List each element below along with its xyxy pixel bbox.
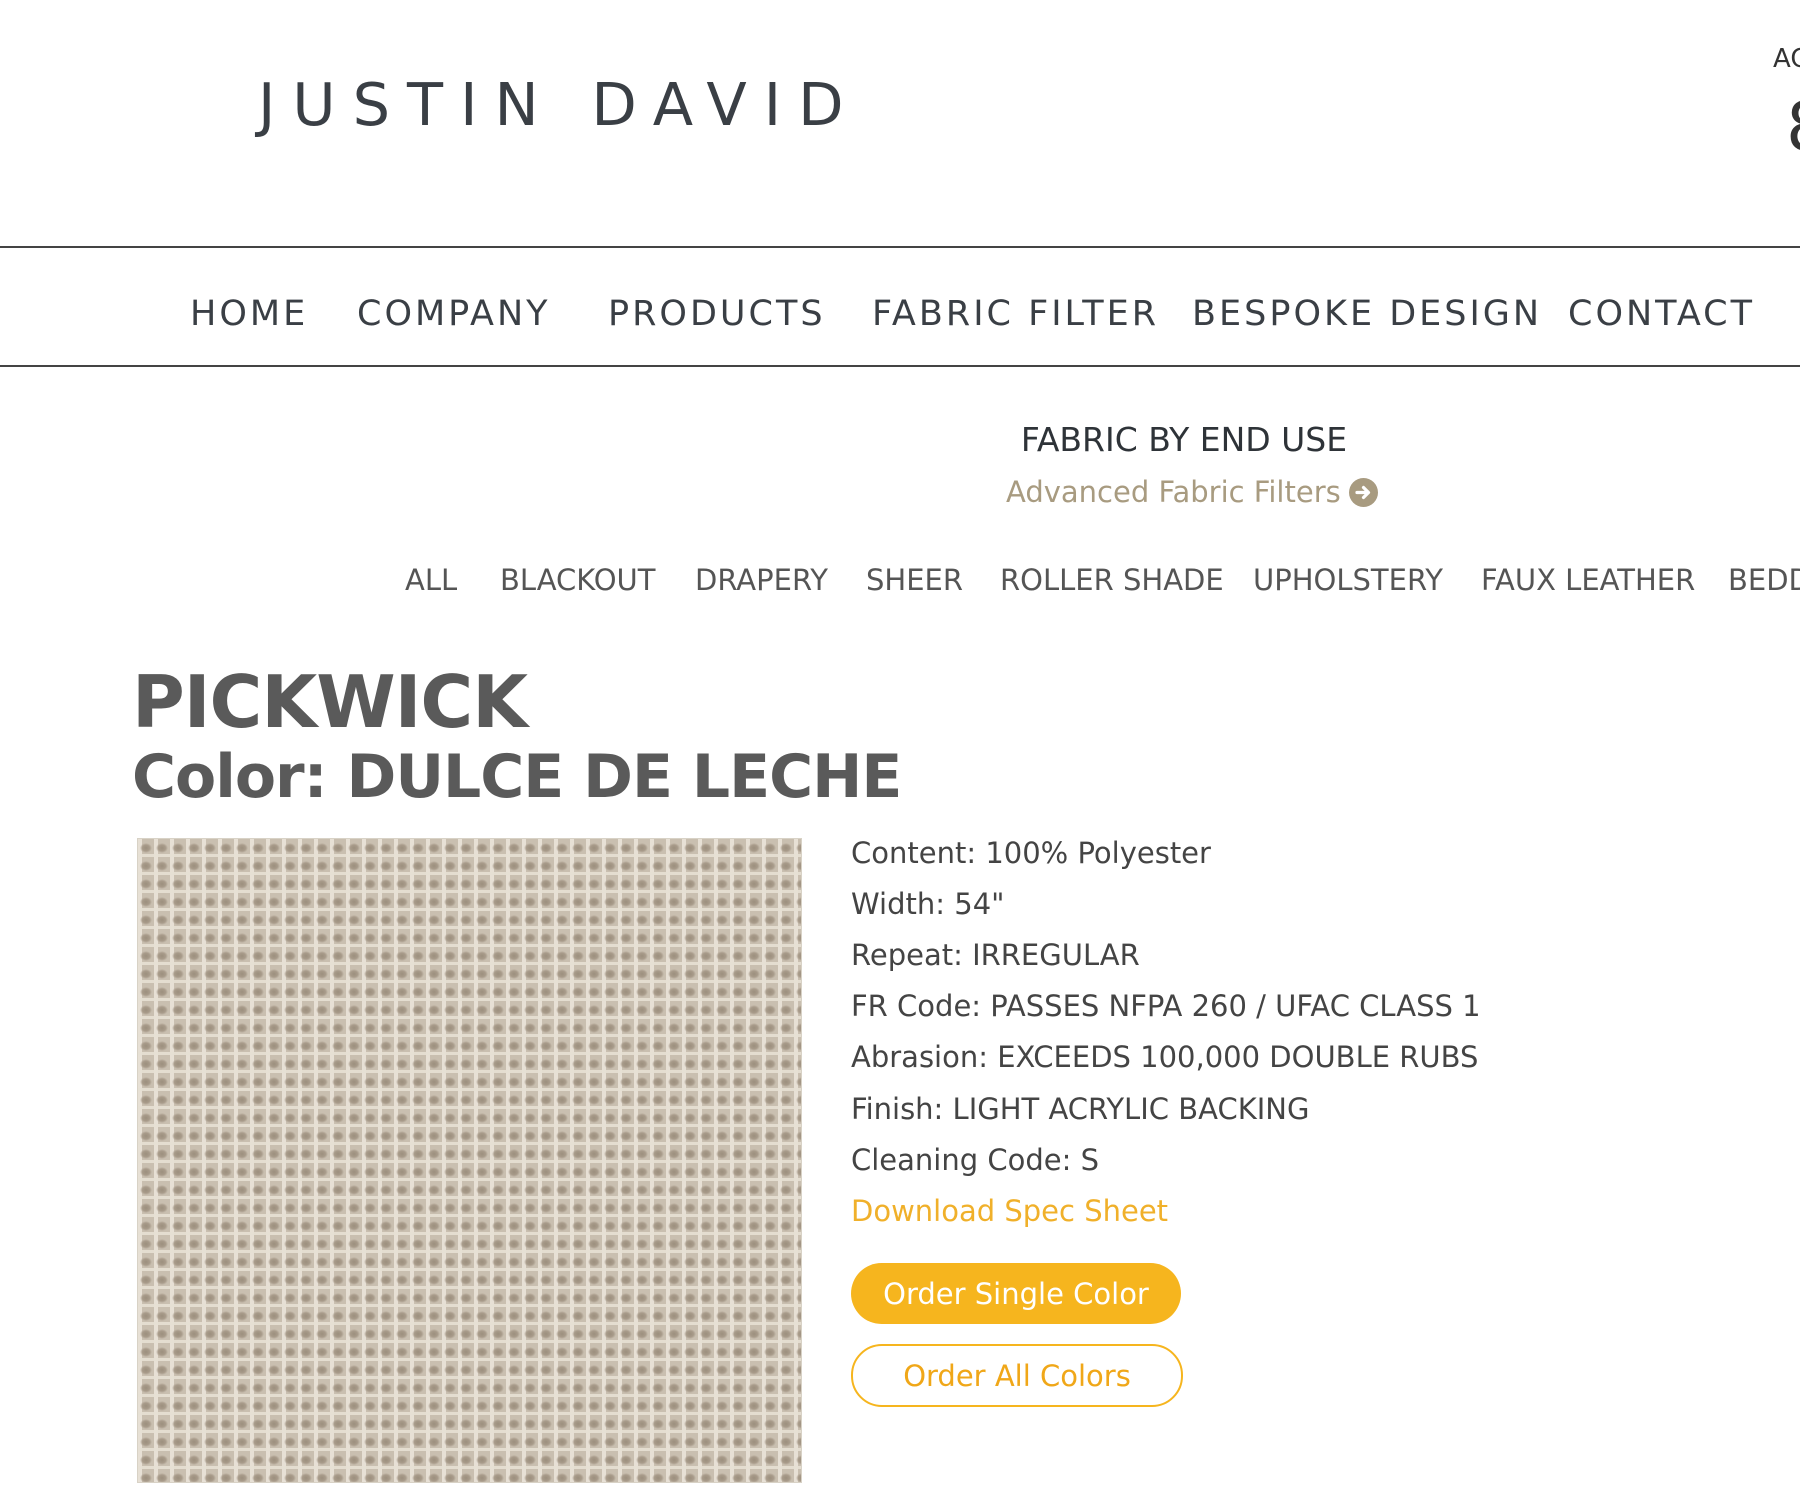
nav-item-company[interactable]: COMPANY [357, 294, 551, 334]
category-all[interactable]: ALL [405, 563, 457, 597]
nav-item-contact[interactable]: CONTACT [1568, 294, 1755, 334]
page: JUSTIN DAVID AC 8 HOME COMPANY PRODUCTS … [0, 0, 1800, 1503]
category-sheer[interactable]: SHEER [866, 563, 963, 597]
order-all-colors-button[interactable]: Order All Colors [851, 1344, 1183, 1407]
product-name: PICKWICK [132, 660, 528, 744]
nav-item-products[interactable]: PRODUCTS [608, 294, 826, 334]
product-color: Color: DULCE DE LECHE [132, 742, 902, 812]
arrow-circle-right-icon [1348, 477, 1378, 507]
site-logo[interactable]: JUSTIN DAVID [258, 70, 861, 139]
spec-fr-code: FR Code: PASSES NFPA 260 / UFAC CLASS 1 [851, 989, 1481, 1023]
fabric-swatch-image [137, 838, 802, 1483]
header-contact-number: 8 [1786, 88, 1800, 167]
category-roller-shade[interactable]: ROLLER SHADE [1000, 563, 1224, 597]
spec-repeat: Repeat: IRREGULAR [851, 938, 1140, 972]
main-nav: HOME COMPANY PRODUCTS FABRIC FILTER BESP… [0, 246, 1800, 367]
category-blackout[interactable]: BLACKOUT [500, 563, 656, 597]
nav-item-fabric-filter[interactable]: FABRIC FILTER [872, 294, 1159, 334]
spec-cleaning-code: Cleaning Code: S [851, 1143, 1100, 1177]
category-drapery[interactable]: DRAPERY [695, 563, 828, 597]
order-single-color-button[interactable]: Order Single Color [851, 1263, 1181, 1324]
spec-width: Width: 54" [851, 887, 1005, 921]
fabric-section-title: FABRIC BY END USE [1020, 420, 1348, 459]
nav-item-bespoke-design[interactable]: BESPOKE DESIGN [1192, 294, 1542, 334]
download-spec-sheet-link[interactable]: Download Spec Sheet [851, 1194, 1168, 1228]
category-upholstery[interactable]: UPHOLSTERY [1253, 563, 1443, 597]
spec-content: Content: 100% Polyester [851, 836, 1211, 870]
nav-item-home[interactable]: HOME [190, 294, 308, 334]
spec-abrasion: Abrasion: EXCEEDS 100,000 DOUBLE RUBS [851, 1040, 1479, 1074]
advanced-fabric-filters-link[interactable]: Advanced Fabric Filters [1006, 475, 1378, 509]
spec-finish: Finish: LIGHT ACRYLIC BACKING [851, 1092, 1310, 1126]
category-faux-leather[interactable]: FAUX LEATHER [1481, 563, 1695, 597]
header-contact-label: AC [1773, 44, 1800, 74]
advanced-fabric-filters-label: Advanced Fabric Filters [1006, 475, 1341, 509]
category-bedding[interactable]: BEDD [1728, 563, 1800, 597]
